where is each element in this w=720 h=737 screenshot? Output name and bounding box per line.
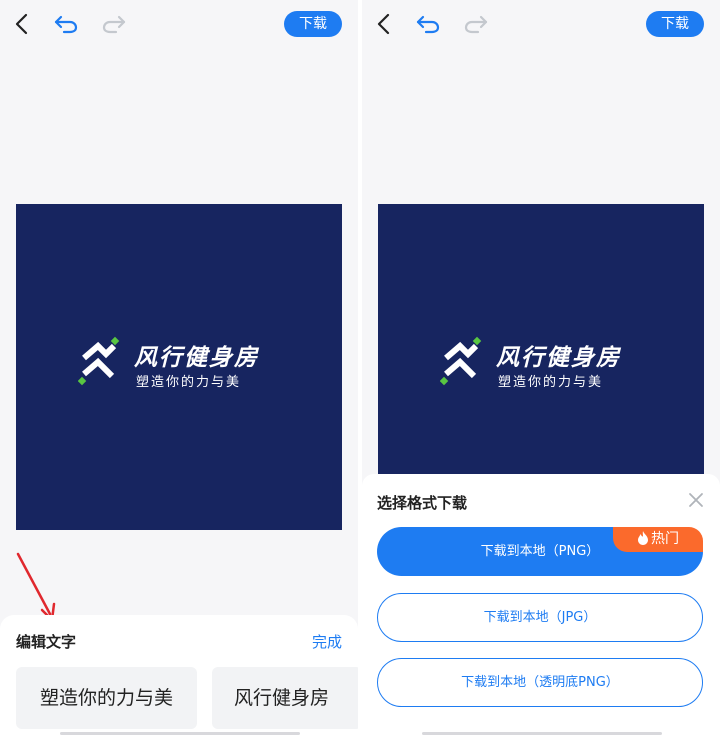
download-transparent-png-button[interactable]: 下载到本地（透明底PNG） [377, 658, 703, 707]
logo-title[interactable]: 风行健身房 [496, 338, 621, 372]
text-chip-slogan[interactable]: 塑造你的力与美 [16, 667, 197, 729]
redo-icon[interactable] [100, 10, 128, 38]
edit-text-screen: 下载 风行健身房 塑造你的力与美 编辑文字 完成 塑造你的力与美 风行健身房 [0, 0, 358, 737]
design-canvas[interactable]: 风行健身房 塑造你的力与美 [378, 204, 704, 474]
logo-title[interactable]: 风行健身房 [134, 338, 259, 372]
download-png-label: 下载到本地（PNG） [480, 544, 600, 559]
done-button[interactable]: 完成 [312, 631, 342, 652]
hot-badge-label: 热门 [651, 531, 679, 547]
download-png-button[interactable]: 下载到本地（PNG） 热门 [377, 527, 703, 576]
download-sheet-title: 选择格式下载 [377, 494, 468, 512]
edit-text-title: 编辑文字 [16, 633, 77, 651]
top-toolbar: 下载 [0, 0, 358, 48]
logo-slogan[interactable]: 塑造你的力与美 [498, 371, 603, 390]
text-chip-title[interactable]: 风行健身房 [212, 667, 358, 729]
design-canvas[interactable]: 风行健身房 塑造你的力与美 [16, 204, 342, 530]
home-indicator [60, 732, 300, 735]
gym-logo-icon [439, 336, 492, 388]
undo-icon[interactable] [52, 10, 80, 38]
home-indicator [422, 732, 662, 735]
gym-logo-icon [77, 336, 130, 388]
hot-badge: 热门 [613, 527, 703, 552]
download-jpg-button[interactable]: 下载到本地（JPG） [377, 593, 703, 642]
edit-text-sheet: 编辑文字 完成 塑造你的力与美 风行健身房 [0, 615, 358, 737]
download-button[interactable]: 下载 [284, 11, 342, 37]
download-button[interactable]: 下载 [646, 11, 704, 37]
back-arrow-icon[interactable] [8, 10, 36, 38]
flame-icon [637, 529, 649, 554]
back-arrow-icon[interactable] [370, 10, 398, 38]
download-format-screen: 下载 风行健身房 塑造你的力与美 选择格式下载 下载到本地（PNG） 热门 下载… [362, 0, 720, 737]
undo-icon[interactable] [414, 10, 442, 38]
redo-icon[interactable] [462, 10, 490, 38]
top-toolbar: 下载 [362, 0, 720, 48]
close-icon[interactable] [686, 490, 706, 510]
download-format-sheet: 选择格式下载 下载到本地（PNG） 热门 下载到本地（JPG） 下载到本地（透明… [362, 474, 720, 737]
logo-slogan[interactable]: 塑造你的力与美 [136, 371, 241, 390]
